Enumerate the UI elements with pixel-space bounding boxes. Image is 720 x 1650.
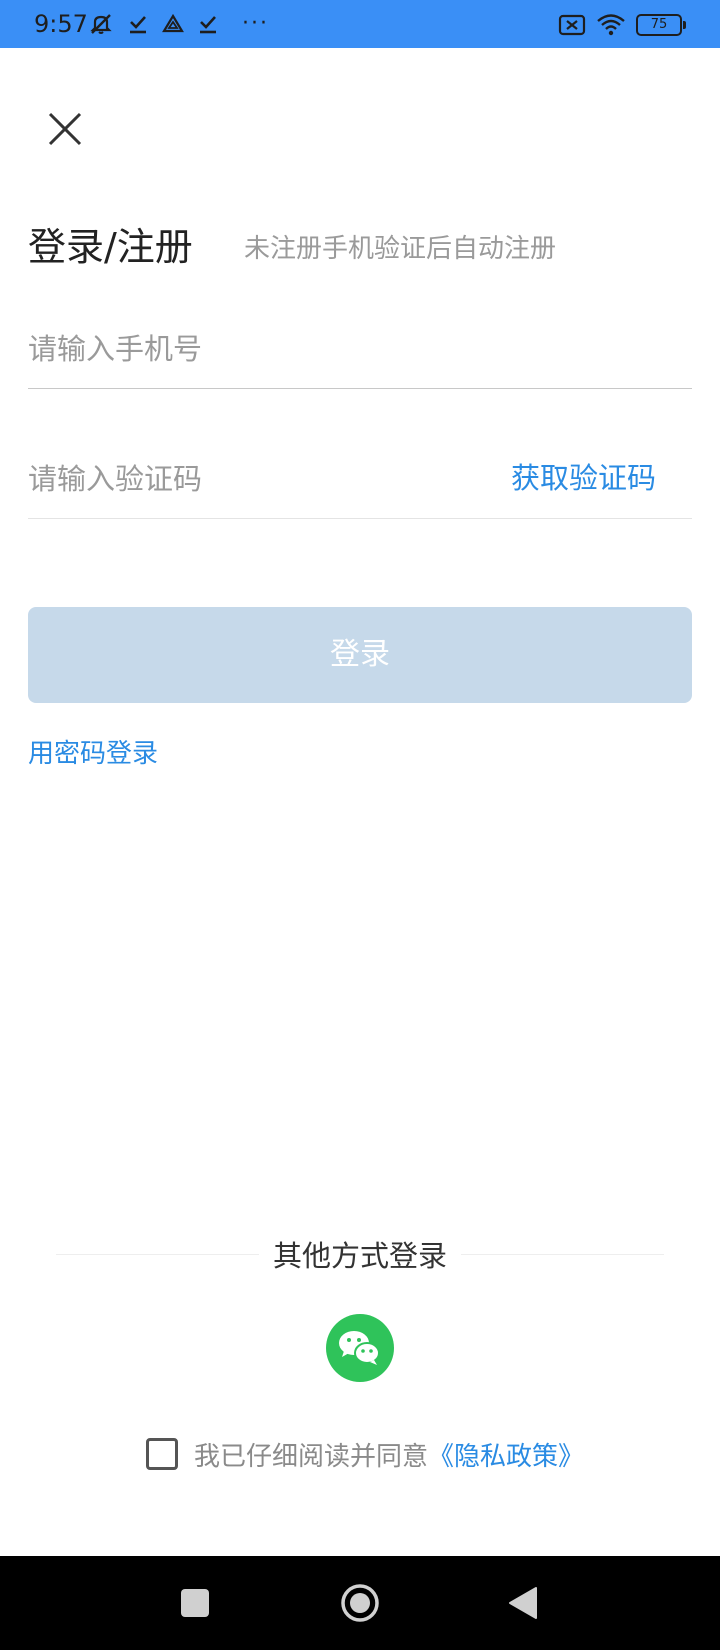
password-login-link[interactable]: 用密码登录 [28, 736, 158, 772]
no-sim-icon [558, 14, 586, 36]
status-bar: 9:57 ··· 75 [0, 0, 720, 48]
check-icon [130, 16, 146, 34]
get-code-button[interactable]: 获取验证码 [511, 458, 656, 498]
check-icon [200, 16, 216, 34]
navigation-bar [0, 1556, 720, 1650]
close-icon[interactable] [44, 108, 86, 150]
code-field-row: 获取验证码 [28, 448, 692, 519]
agreement-text: 我已仔细阅读并同意 [194, 1441, 429, 1472]
page-subtitle: 未注册手机验证后自动注册 [244, 234, 557, 264]
status-icons-right: 75 [558, 12, 686, 38]
battery-icon: 75 [636, 14, 686, 36]
status-time: 9:57 [34, 10, 88, 38]
verification-code-input[interactable] [28, 454, 468, 504]
agreement-row: 我已仔细阅读并同意 《隐私政策》 [146, 1434, 584, 1474]
wechat-icon [339, 1331, 380, 1365]
mute-icon [90, 14, 112, 34]
home-icon[interactable] [340, 1583, 380, 1623]
status-icons-left: ··· [88, 10, 269, 38]
page-title: 登录/注册 [28, 225, 193, 269]
recents-icon[interactable] [181, 1589, 209, 1617]
other-login-label: 其他方式登录 [0, 1236, 720, 1276]
login-button[interactable]: 登录 [28, 607, 692, 703]
phone-field-row [28, 318, 692, 389]
privacy-policy-link[interactable]: 《隐私政策》 [428, 1436, 584, 1473]
wechat-login-button[interactable] [326, 1314, 394, 1382]
back-icon[interactable] [508, 1586, 538, 1620]
wifi-icon [597, 14, 625, 36]
other-login-text: 其他方式登录 [258, 1239, 461, 1273]
phone-input[interactable] [28, 324, 468, 374]
more-dots: ··· [242, 11, 269, 36]
agreement-checkbox[interactable] [146, 1438, 178, 1470]
drive-icon [162, 13, 184, 33]
